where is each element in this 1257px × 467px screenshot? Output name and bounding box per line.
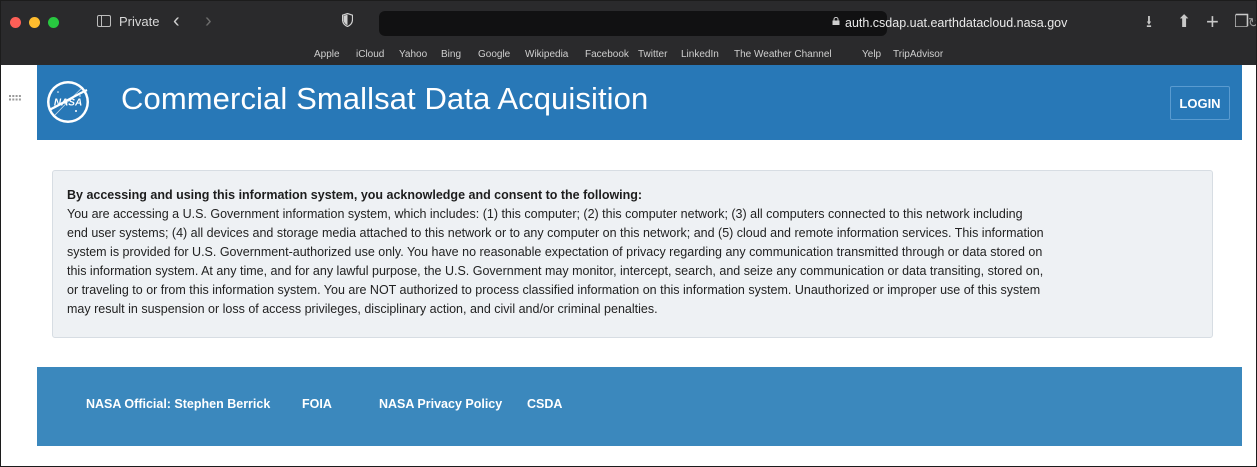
favorite-link-tripadvisor[interactable]: TripAdvisor — [893, 49, 943, 60]
nasa-logo-icon[interactable]: NASA — [46, 80, 90, 124]
foia-link[interactable]: FOIA — [302, 397, 332, 411]
notice-text-line: system is provided for U.S. Government-a… — [67, 245, 1043, 259]
lock-icon — [832, 17, 840, 25]
site-title: Commercial Smallsat Data Acquisition — [121, 81, 649, 116]
notice-text-line: may result in suspension or loss of acce… — [67, 302, 658, 316]
notice-text-line: or traveling to or from this information… — [67, 283, 1041, 297]
url-text: auth.csdap.uat.earthdatacloud.nasa.gov — [845, 16, 1068, 30]
notice-text-line: You are accessing a U.S. Government info… — [67, 207, 1023, 221]
nasa-official-link[interactable]: NASA Official: Stephen Berrick — [86, 397, 270, 411]
back-arrow-icon[interactable]: ‹ — [173, 9, 180, 33]
svg-text:NASA: NASA — [54, 98, 82, 109]
favorite-link-yahoo[interactable]: Yahoo — [399, 49, 427, 60]
favorites-bar: Apple iCloud Yahoo Bing Google Wikipedia… — [1, 45, 1256, 101]
address-bar[interactable]: auth.csdap.uat.earthdatacloud.nasa.gov ↻ — [379, 11, 1256, 36]
reload-icon[interactable]: ↻ — [1248, 15, 1256, 31]
favorite-link-wikipedia[interactable]: Wikipedia — [525, 49, 568, 60]
browser-toolbar: Private ‹ › auth.csdap.uat.earthdataclou… — [1, 1, 1256, 45]
notice-heading: By accessing and using this information … — [67, 188, 643, 202]
favorites-grid-icon[interactable] — [9, 95, 21, 103]
favorite-link-facebook[interactable]: Facebook — [585, 49, 629, 60]
site-footer: NASA Official: Stephen Berrick FOIA NASA… — [37, 367, 1242, 446]
close-window-button[interactable] — [10, 17, 21, 28]
browser-chrome: Private ‹ › auth.csdap.uat.earthdataclou… — [1, 1, 1256, 101]
private-mode-label: Private — [119, 14, 160, 29]
tab-overview-icon[interactable]: ❐ — [1234, 11, 1249, 33]
favorite-link-bing[interactable]: Bing — [441, 49, 461, 60]
notice-text-line: end user systems; (4) all devices and st… — [67, 226, 1044, 240]
new-tab-icon[interactable]: + — [1206, 11, 1219, 33]
share-icon[interactable]: ⬆ — [1177, 11, 1191, 33]
zoom-window-button[interactable] — [48, 17, 59, 28]
csda-link[interactable]: CSDA — [527, 397, 562, 411]
sidebar-toggle-icon[interactable] — [97, 15, 111, 27]
favorite-link-apple[interactable]: Apple — [314, 49, 340, 60]
login-button[interactable]: LOGIN — [1170, 86, 1230, 120]
favorite-link-google[interactable]: Google — [478, 49, 510, 60]
minimize-window-button[interactable] — [29, 17, 40, 28]
favorite-link-linkedin[interactable]: LinkedIn — [681, 49, 719, 60]
downloads-icon[interactable]: ⭳ — [1146, 11, 1152, 33]
consent-notice: By accessing and using this information … — [52, 170, 1213, 338]
notice-text-line: this information system. At any time, an… — [67, 264, 1044, 278]
favorite-link-twitter[interactable]: Twitter — [638, 49, 667, 60]
favorite-link-icloud[interactable]: iCloud — [356, 49, 384, 60]
favorite-link-weather-channel[interactable]: The Weather Channel — [734, 49, 832, 60]
forward-arrow-icon[interactable]: › — [205, 9, 212, 33]
site-header: NASA Commercial Smallsat Data Acquisitio… — [37, 65, 1242, 140]
privacy-shield-icon[interactable] — [342, 13, 353, 27]
favorite-link-yelp[interactable]: Yelp — [862, 49, 881, 60]
browser-window: Private ‹ › auth.csdap.uat.earthdataclou… — [0, 0, 1257, 467]
privacy-policy-link[interactable]: NASA Privacy Policy — [379, 397, 502, 411]
